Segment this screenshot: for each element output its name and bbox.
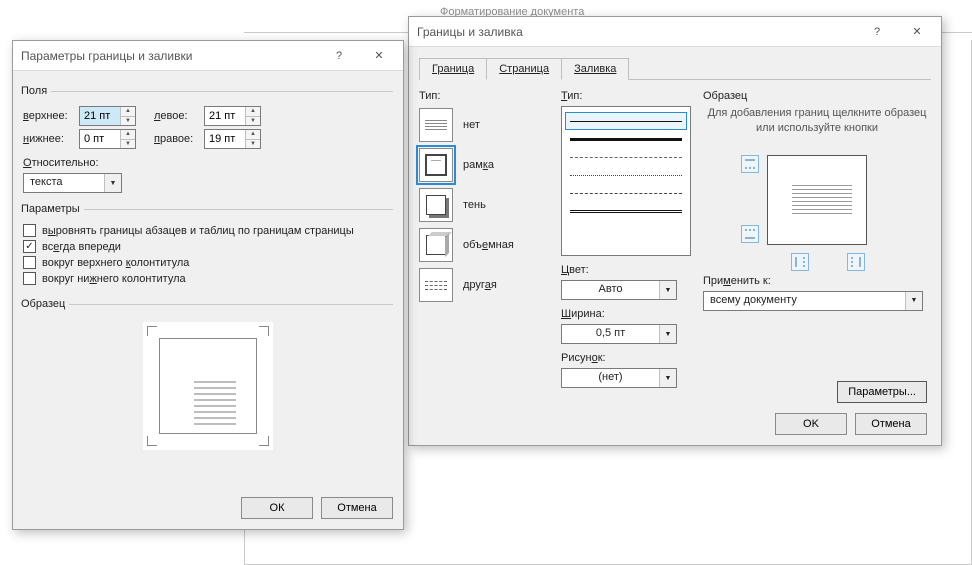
chevron-down-icon: ▼	[104, 174, 121, 192]
spinner-arrows[interactable]: ▲▼	[120, 130, 135, 148]
width-label: Ширина:	[561, 308, 691, 320]
tab-page[interactable]: Страница	[486, 58, 562, 80]
type-3d-icon	[419, 228, 453, 262]
color-value: Авто	[562, 281, 659, 299]
borders-and-shading-dialog: Границы и заливка ? ✕ Граница Страница З…	[408, 16, 942, 446]
type-box[interactable]: рамка	[419, 148, 549, 182]
width-combo[interactable]: 0,5 пт ▼	[561, 324, 677, 344]
cancel-button[interactable]: Отмена	[321, 497, 393, 519]
sample-group: Образец	[23, 298, 393, 454]
sample-preview	[143, 322, 273, 450]
parameters-button[interactable]: Параметры...	[837, 381, 927, 403]
cancel-button[interactable]: Отмена	[855, 413, 927, 435]
titlebar: Параметры границы и заливки ? ✕	[13, 41, 403, 71]
options-legend: Параметры	[21, 203, 84, 215]
chevron-down-icon: ▼	[659, 281, 676, 299]
chevron-down-icon: ▼	[905, 292, 922, 310]
checkbox-icon: ✓	[23, 240, 36, 253]
type-none-icon	[419, 108, 453, 142]
spinner-arrows[interactable]: ▲▼	[120, 107, 135, 125]
bottom-margin-spinner[interactable]: ▲▼	[79, 129, 136, 149]
tabs: Граница Страница Заливка	[419, 57, 931, 80]
width-value: 0,5 пт	[562, 325, 659, 343]
tab-border[interactable]: Граница	[419, 58, 487, 80]
help-button[interactable]: ?	[857, 18, 897, 46]
chevron-down-icon: ▼	[659, 325, 676, 343]
apply-to-value: всему документу	[704, 292, 905, 310]
line-style-list[interactable]	[561, 106, 691, 256]
titlebar: Границы и заливка ? ✕	[409, 17, 941, 47]
type-other-icon	[419, 268, 453, 302]
left-margin-spinner[interactable]: ▲▼	[204, 106, 261, 126]
close-button[interactable]: ✕	[897, 18, 937, 46]
sample-preview	[737, 145, 897, 265]
dialog-title: Границы и заливка	[417, 25, 857, 39]
border-shading-options-dialog: Параметры границы и заливки ? ✕ Поля вер…	[12, 40, 404, 530]
relative-combo[interactable]: текста ▼	[23, 173, 122, 193]
sample-page[interactable]	[767, 155, 867, 245]
type-none[interactable]: нет	[419, 108, 549, 142]
apply-to-label: Применить к:	[703, 275, 931, 287]
type-label: Тип:	[419, 90, 549, 102]
left-margin-label: левое:	[154, 110, 200, 122]
spinner-arrows[interactable]: ▲▼	[245, 107, 260, 125]
top-margin-label: верхнее:	[23, 110, 75, 122]
close-button[interactable]: ✕	[359, 42, 399, 70]
ok-button[interactable]: OK	[775, 413, 847, 435]
color-combo[interactable]: Авто ▼	[561, 280, 677, 300]
type-box-icon	[419, 148, 453, 182]
dialog-title: Параметры границы и заливки	[21, 49, 319, 63]
sample-legend: Образец	[21, 298, 69, 310]
sample-hint: Для добавления границ щелкните образец и…	[703, 106, 931, 137]
top-margin-spinner[interactable]: ▲▼	[79, 106, 136, 126]
edge-top-button[interactable]	[741, 155, 759, 173]
art-label: Рисунок:	[561, 352, 691, 364]
apply-to-combo[interactable]: всему документу ▼	[703, 291, 923, 311]
always-front-checkbox[interactable]: ✓ всегда впереди	[23, 240, 393, 253]
color-label: Цвет:	[561, 264, 691, 276]
edge-right-button[interactable]	[847, 253, 865, 271]
sample-label: Образец	[703, 90, 931, 102]
style-label: Тип:	[561, 90, 691, 102]
type-shadow[interactable]: тень	[419, 188, 549, 222]
spinner-arrows[interactable]: ▲▼	[245, 130, 260, 148]
relative-value: текста	[24, 174, 104, 192]
type-other[interactable]: другая	[419, 268, 549, 302]
margins-legend: Поля	[21, 85, 51, 97]
type-shadow-icon	[419, 188, 453, 222]
bottom-margin-input[interactable]	[80, 130, 120, 148]
right-margin-spinner[interactable]: ▲▼	[204, 129, 261, 149]
type-3d[interactable]: объемная	[419, 228, 549, 262]
bottom-margin-label: нижнее:	[23, 133, 75, 145]
left-margin-input[interactable]	[205, 107, 245, 125]
options-group: Параметры выровнять границы абзацев и та…	[23, 203, 393, 292]
help-button[interactable]: ?	[319, 42, 359, 70]
checkbox-icon	[23, 256, 36, 269]
chevron-down-icon: ▼	[659, 369, 676, 387]
edge-bottom-button[interactable]	[741, 225, 759, 243]
tab-fill[interactable]: Заливка	[561, 58, 629, 80]
top-margin-input[interactable]	[80, 107, 120, 125]
ok-button[interactable]: ОК	[241, 497, 313, 519]
around-footer-checkbox[interactable]: вокруг нижнего колонтитула	[23, 272, 393, 285]
align-borders-checkbox[interactable]: выровнять границы абзацев и таблиц по гр…	[23, 224, 393, 237]
right-margin-label: правое:	[154, 133, 200, 145]
right-margin-input[interactable]	[205, 130, 245, 148]
around-header-checkbox[interactable]: вокруг верхнего колонтитула	[23, 256, 393, 269]
checkbox-icon	[23, 224, 36, 237]
art-combo[interactable]: (нет) ▼	[561, 368, 677, 388]
checkbox-icon	[23, 272, 36, 285]
art-value: (нет)	[562, 369, 659, 387]
relative-label: Относительно:	[23, 157, 393, 169]
edge-left-button[interactable]	[791, 253, 809, 271]
margins-group: Поля верхнее: ▲▼ левое: ▲▼ нижнее: ▲▼	[23, 85, 393, 197]
